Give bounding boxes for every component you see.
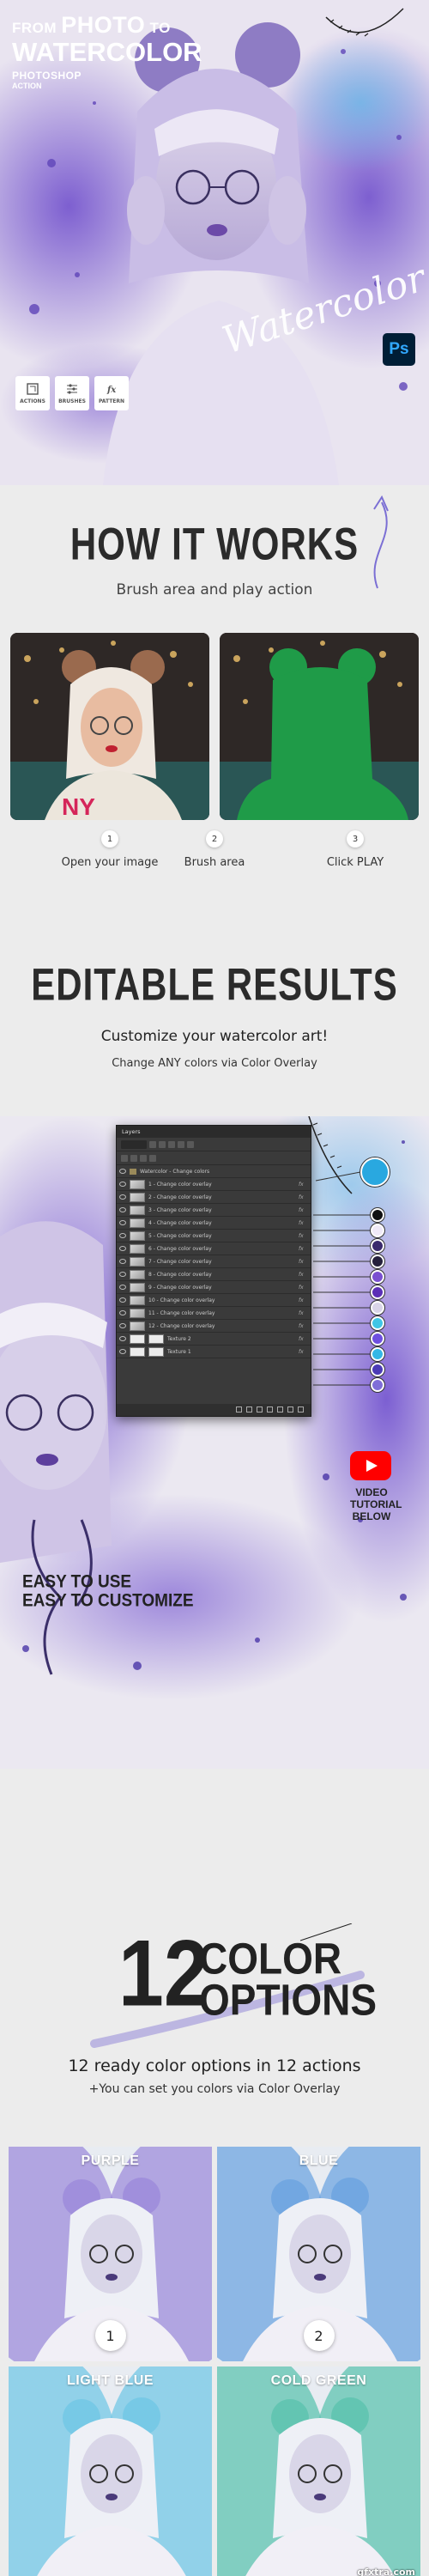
pattern-badge: fx PATTERN [94, 376, 129, 410]
step-1-label: Open your image [61, 856, 159, 869]
brushed-mask [220, 633, 419, 820]
brushes-icon [67, 384, 77, 394]
easy-line2: EASY TO CUSTOMIZE [22, 1590, 194, 1611]
photoshop-logo: Ps [383, 333, 415, 366]
step-1-number: 1 [101, 830, 118, 848]
how-title: HOW IT WORKS [69, 519, 360, 569]
color-swatch[interactable] [371, 1378, 384, 1392]
arrow-up-icon [373, 495, 389, 512]
easy-line1: EASY TO USE [22, 1571, 132, 1593]
color-swatch[interactable] [371, 1239, 384, 1253]
color-swatch[interactable] [371, 1347, 384, 1361]
subtitle-photoshop: PHOTOSHOP [12, 70, 82, 82]
color-swatch[interactable] [371, 1332, 384, 1346]
title-watercolor: WATERCOLOR [12, 37, 202, 67]
how-subtitle: Brush area and play action [116, 581, 313, 598]
color-swatch[interactable] [371, 1208, 384, 1222]
option-number: 2 [303, 2320, 335, 2351]
brushes-badge: BRUSHES [55, 376, 89, 410]
svg-text:fx: fx [106, 386, 117, 395]
title-photo: PHOTO [61, 12, 146, 38]
color-swatch[interactable] [371, 1285, 384, 1299]
video-tutorial-label: VIDEO TUTORIAL BELOW [350, 1486, 402, 1522]
title-to: TO [149, 20, 171, 36]
color-option-card: BLUE 2 [217, 2147, 420, 2361]
step-3-label: Click PLAY [326, 856, 384, 869]
color-swatch[interactable] [371, 1301, 384, 1315]
option-label: PURPLE [81, 2154, 140, 2168]
step-2-number: 2 [206, 830, 223, 848]
color-swatch[interactable] [371, 1224, 384, 1237]
step-2-label: Brush area [184, 856, 245, 869]
color-swatch[interactable] [371, 1363, 384, 1376]
color-option-card: PURPLE 1 [9, 2147, 212, 2361]
option-label: COLD GREEN [270, 2373, 367, 2388]
easy-tagline: EASY TO USE EASY TO CUSTOMIZE [22, 1573, 194, 1611]
options-subtitle: 12 ready color options in 12 actions [68, 2057, 361, 2075]
hero-banner: FROM PHOTO TO WATERCOLOR PHOTOSHOP ACTIO… [0, 0, 429, 485]
option-label: BLUE [299, 2154, 339, 2168]
title-from: FROM [12, 20, 57, 36]
editable-title: EDITABLE RESULTS [31, 959, 398, 1010]
layers-showcase-section: Layers Watercolor - Change colors 1 - Ch… [0, 1116, 429, 1769]
watermark: gfxtra.com [357, 2567, 415, 2576]
editable-subtitle: Customize your watercolor art! [100, 1028, 329, 1045]
swatch-connector [315, 1171, 361, 1182]
color-options-section: 12 COLOR OPTIONS 12 ready color options … [0, 1923, 429, 2576]
youtube-play-icon[interactable] [350, 1451, 391, 1480]
color-option-card: COLD GREEN gfxtra.com [217, 2366, 420, 2576]
editable-note: Change ANY colors via Color Overlay [112, 1057, 317, 1070]
option-label: LIGHT BLUE [67, 2373, 154, 2388]
option-number: 1 [94, 2320, 126, 2351]
svg-text:NY: NY [62, 793, 95, 820]
video-line2: TUTORIAL [350, 1498, 402, 1510]
fx-pattern-icon: fx [106, 386, 117, 395]
subtitle-action: ACTION [12, 82, 42, 90]
color-swatch[interactable] [371, 1270, 384, 1284]
actions-badge: ACTIONS [15, 376, 50, 410]
original-portrait: NY [10, 633, 209, 820]
option-preview-art [217, 2366, 420, 2576]
feature-badges: ACTIONS BRUSHES fx PATTERN [15, 376, 129, 410]
options-note: +You can set you colors via Color Overla… [88, 2082, 341, 2096]
step-photo-brushed [220, 633, 419, 820]
options-word: OPTIONS [199, 1975, 378, 2025]
color-swatch[interactable] [371, 1255, 384, 1268]
actions-icon [27, 383, 39, 395]
pattern-badge-label: PATTERN [98, 398, 125, 404]
option-preview-art [9, 2366, 212, 2576]
step-photo-original: NY [10, 633, 209, 820]
color-options-heading: COLOR OPTIONS [199, 1934, 378, 2025]
actions-badge-label: ACTIONS [20, 398, 45, 404]
video-line1: VIDEO [355, 1486, 388, 1498]
twelve-number: 12 [118, 1923, 209, 2026]
editable-results-section: EDITABLE RESULTS Customize your watercol… [0, 932, 429, 1116]
color-word: COLOR [199, 1934, 342, 1984]
color-swatch[interactable] [360, 1157, 390, 1187]
video-line3: BELOW [352, 1510, 391, 1522]
hero-title: FROM PHOTO TO WATERCOLOR PHOTOSHOP ACTIO… [12, 14, 202, 90]
brushes-badge-label: BRUSHES [58, 398, 86, 404]
color-swatch[interactable] [371, 1316, 384, 1330]
color-option-card: LIGHT BLUE [9, 2366, 212, 2576]
step-3-number: 3 [347, 830, 364, 848]
how-it-works-section: HOW IT WORKS Brush area and play action … [0, 485, 429, 932]
